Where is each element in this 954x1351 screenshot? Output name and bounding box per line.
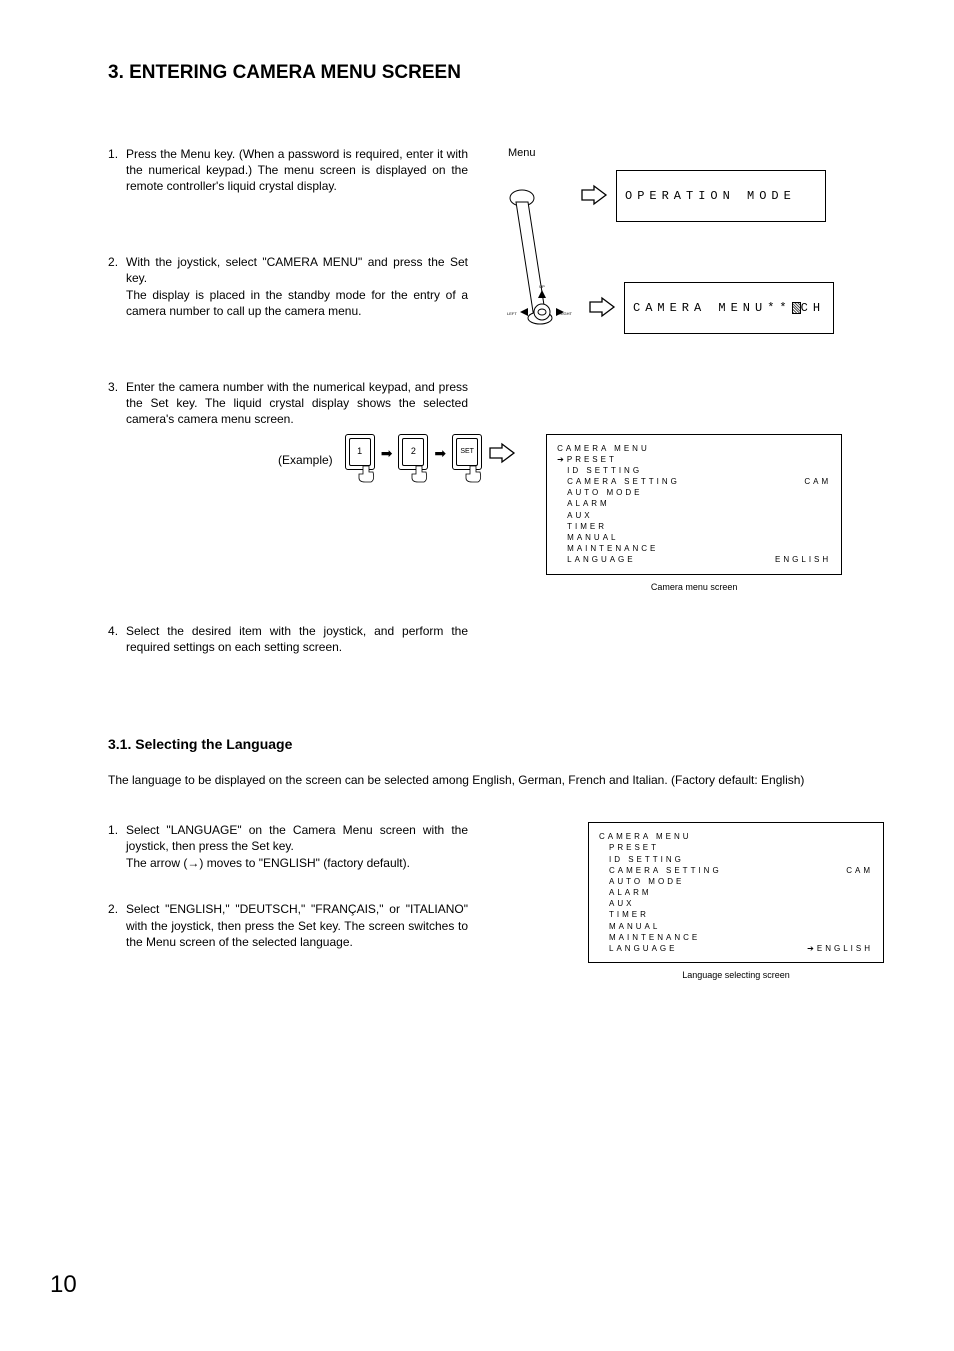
- steps-column: Press the Menu key. (When a password is …: [108, 146, 468, 444]
- sub-heading: 3.1. Selecting the Language: [108, 735, 858, 754]
- intro-text: The language to be displayed on the scre…: [108, 772, 858, 788]
- menu-caption: Language selecting screen: [588, 969, 884, 981]
- key-label: 1: [349, 438, 371, 466]
- hand-icon: [410, 464, 430, 484]
- lcd-camera-menu: CAMERA MENU** CH: [624, 282, 834, 334]
- step-list-a: Press the Menu key. (When a password is …: [108, 146, 468, 428]
- arrow-icon: ➡: [381, 434, 393, 463]
- step-2: With the joystick, select "CAMERA MENU" …: [108, 254, 468, 319]
- lcd-text-pre: CAMERA MENU**: [633, 300, 792, 316]
- menu-title: CAMERA MENU: [557, 443, 831, 454]
- menu-key-label: Menu: [508, 146, 536, 161]
- hand-icon: [357, 464, 377, 484]
- step-b1: Select "LANGUAGE" on the Camera Menu scr…: [108, 822, 468, 871]
- menu-title: CAMERA MENU: [599, 831, 873, 842]
- hand-icon: [464, 464, 484, 484]
- cursor-icon: [792, 302, 801, 314]
- keypad-key-2: 2: [398, 434, 428, 470]
- lower-columns: Select "LANGUAGE" on the Camera Menu scr…: [108, 822, 858, 1010]
- keypad-key-1: 1: [345, 434, 375, 470]
- page: 3. ENTERING CAMERA MENU SCREEN Press the…: [0, 0, 954, 1351]
- language-menu-screen: CAMERA MENU PRESET ID SETTING CAMERA SET…: [588, 822, 884, 963]
- step-3: Enter the camera number with the numeric…: [108, 379, 468, 428]
- example-label: (Example): [278, 434, 339, 468]
- step-list-a-cont: Select the desired item with the joystic…: [108, 623, 468, 655]
- key-label: 2: [402, 438, 424, 466]
- step-4: Select the desired item with the joystic…: [108, 623, 468, 655]
- menu2-column: CAMERA MENU PRESET ID SETTING CAMERA SET…: [498, 822, 884, 1010]
- example-key-row: (Example) 1 ➡ 2 ➡ SET CAMERA MENU ➔PRESE…: [278, 434, 858, 593]
- steps-b-column: Select "LANGUAGE" on the Camera Menu scr…: [108, 822, 468, 1010]
- arrow-icon: [588, 296, 616, 318]
- arrow-icon: ➡: [434, 434, 446, 463]
- key-label: SET: [456, 438, 478, 466]
- label-up: UP: [539, 284, 545, 289]
- lcd-text: OPERATION MODE: [625, 188, 796, 204]
- joystick-directions: UP LEFT RIGHT: [502, 280, 584, 334]
- label-left: LEFT: [507, 311, 517, 316]
- camera-menu-screen: CAMERA MENU ➔PRESET ID SETTING CAMERA SE…: [546, 434, 842, 575]
- keypad-key-set: SET: [452, 434, 482, 470]
- step-1: Press the Menu key. (When a password is …: [108, 146, 468, 195]
- step-b2: Select "ENGLISH," "DEUTSCH," "FRANÇAIS,"…: [108, 901, 468, 950]
- lcd-operation-mode: OPERATION MODE: [616, 170, 826, 222]
- figure-column: Menu UP LEFT RIGHT: [498, 146, 858, 444]
- arrow-icon: →: [187, 855, 199, 871]
- page-number: 10: [50, 1269, 77, 1301]
- step-list-b: Select "LANGUAGE" on the Camera Menu scr…: [108, 822, 468, 950]
- arrow-icon: ➔: [807, 944, 817, 953]
- arrow-icon: [580, 184, 608, 206]
- main-heading: 3. ENTERING CAMERA MENU SCREEN: [108, 60, 858, 86]
- lcd-text-post: CH: [801, 300, 825, 316]
- arrow-icon: ➔: [557, 455, 567, 464]
- upper-columns: Press the Menu key. (When a password is …: [108, 146, 858, 444]
- menu-caption: Camera menu screen: [546, 581, 842, 593]
